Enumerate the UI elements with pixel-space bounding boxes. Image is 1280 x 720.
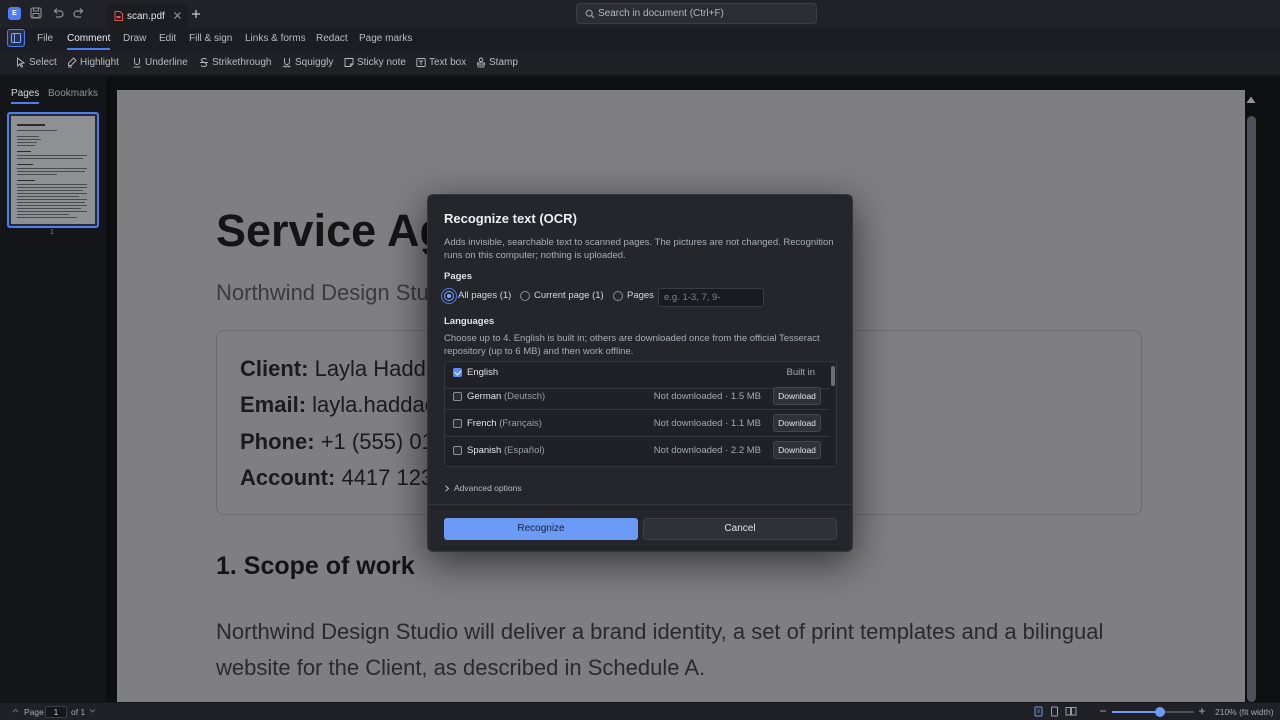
language-checkbox[interactable] [453, 368, 462, 377]
radio-indicator [520, 291, 530, 301]
comment-toolbar: Select Highlight Underline Strikethrough… [0, 51, 1280, 75]
menu-redact[interactable]: Redact [316, 33, 348, 44]
dialog-description: Adds invisible, searchable text to scann… [444, 237, 834, 261]
document-title: Service Ag [216, 205, 447, 256]
radio-indicator [613, 291, 623, 301]
menu-links-forms[interactable]: Links & forms [245, 33, 306, 44]
cursor-icon [16, 57, 26, 68]
page-label: Page [24, 707, 44, 717]
scrollbar-thumb[interactable] [1247, 116, 1256, 702]
languages-hint: Choose up to 4. English is built in; oth… [444, 333, 820, 357]
language-status: Not downloaded · 2.2 MB [653, 445, 761, 456]
thumbnail-page-number: 1 [50, 229, 54, 236]
zoom-out-icon[interactable] [1099, 707, 1107, 715]
dialog-divider [428, 504, 852, 505]
download-french-button[interactable]: Download [773, 414, 821, 432]
highlighter-icon [67, 57, 77, 68]
tab-bookmarks[interactable]: Bookmarks [48, 88, 98, 99]
page-number-input[interactable] [45, 706, 67, 718]
section-heading: 1. Scope of work [216, 552, 415, 580]
search-box[interactable] [576, 3, 817, 24]
zoom-level-label: 210% (fit width) [1215, 707, 1274, 717]
single-page-view-icon[interactable] [1034, 706, 1043, 717]
menu-comment[interactable]: Comment [67, 33, 111, 50]
menu-edit[interactable]: Edit [159, 33, 176, 44]
undo-icon[interactable] [51, 6, 65, 20]
app-logo: E [8, 7, 21, 20]
zoom-in-icon[interactable] [1198, 707, 1206, 715]
section-paragraph: Northwind Design Studio will deliver a b… [216, 619, 1104, 680]
language-status: Not downloaded · 1.5 MB [653, 391, 761, 402]
cancel-button[interactable]: Cancel [643, 518, 837, 540]
underline-icon [132, 57, 142, 68]
info-line: Email: layla.haddad [240, 392, 437, 417]
language-checkbox[interactable] [453, 446, 462, 455]
pdf-file-icon [114, 11, 123, 21]
info-line: Client: Layla Hadda [240, 356, 439, 381]
languages-section-label: Languages [444, 316, 495, 327]
language-checkbox[interactable] [453, 419, 462, 428]
language-row-french[interactable]: French (Français) Not downloaded · 1.1 M… [445, 410, 829, 437]
title-bar: E scan.pdf [0, 0, 1280, 28]
download-german-button[interactable]: Download [773, 387, 821, 405]
language-list-scrollbar[interactable] [831, 366, 835, 386]
zoom-slider-fill [1112, 711, 1160, 713]
tab-title: scan.pdf [127, 11, 165, 22]
info-line: Account: 4417 1234 [240, 465, 446, 490]
vertical-scrollbar[interactable] [1244, 92, 1258, 702]
radio-indicator [444, 291, 454, 301]
dialog-title: Recognize text (OCR) [444, 211, 577, 226]
page-range-options: All pages (1) Current page (1) Pages [444, 288, 844, 307]
scroll-up-icon[interactable] [1246, 96, 1256, 104]
language-checkbox[interactable] [453, 392, 462, 401]
tab-pages[interactable]: Pages [11, 88, 40, 104]
continuous-view-icon[interactable] [1050, 706, 1059, 717]
menu-page-marks[interactable]: Page marks [359, 33, 412, 44]
sidebar-panel-icon [8, 33, 24, 43]
page-total: of 1 [71, 707, 86, 717]
menu-bar: File Comment Draw Edit Fill & sign Links… [0, 28, 1280, 50]
page-thumbnail[interactable] [7, 112, 99, 228]
two-page-view-icon[interactable] [1065, 706, 1077, 717]
download-spanish-button[interactable]: Download [773, 441, 821, 459]
sidebar: Pages Bookmarks 1 [0, 76, 106, 702]
language-list: English Built in German (Deutsch) Not do… [444, 361, 837, 467]
language-row-german[interactable]: German (Deutsch) Not downloaded · 1.5 MB… [445, 383, 829, 410]
ocr-dialog: Recognize text (OCR) Adds invisible, sea… [427, 194, 853, 552]
pages-section-label: Pages [444, 271, 472, 282]
sticky-note-icon [344, 57, 354, 68]
recognize-button[interactable]: Recognize [444, 518, 638, 540]
language-status: Built in [786, 367, 815, 378]
plus-icon[interactable] [191, 9, 201, 19]
prev-page-icon[interactable] [12, 707, 19, 715]
save-icon[interactable] [29, 6, 43, 20]
document-tab[interactable]: scan.pdf [106, 4, 188, 28]
text-box-icon [416, 57, 426, 68]
info-line: Phone: +1 (555) 014 [240, 429, 447, 454]
page-range-input[interactable] [658, 288, 764, 307]
search-icon [585, 9, 595, 19]
next-page-icon[interactable] [89, 707, 96, 715]
chevron-right-icon [444, 485, 450, 492]
page-thumbnail-image [11, 116, 95, 224]
document-subtitle: Northwind Design Stud [216, 280, 442, 305]
menu-draw[interactable]: Draw [123, 33, 146, 44]
zoom-slider[interactable] [1112, 707, 1194, 717]
menu-file[interactable]: File [37, 33, 53, 44]
close-icon[interactable] [173, 11, 182, 20]
strikethrough-icon [199, 57, 209, 68]
language-row-spanish[interactable]: Spanish (Español) Not downloaded · 2.2 M… [445, 437, 829, 464]
search-input[interactable] [598, 6, 808, 21]
zoom-slider-handle[interactable] [1154, 707, 1165, 717]
stamp-icon [476, 57, 486, 68]
squiggly-icon [282, 57, 292, 68]
sidebar-toggle-button[interactable] [7, 29, 25, 47]
redo-icon[interactable] [72, 6, 86, 20]
status-bar: Page of 1 210% (fit width) [0, 702, 1280, 720]
language-status: Not downloaded · 1.1 MB [653, 418, 761, 429]
menu-fill-sign[interactable]: Fill & sign [189, 33, 232, 44]
